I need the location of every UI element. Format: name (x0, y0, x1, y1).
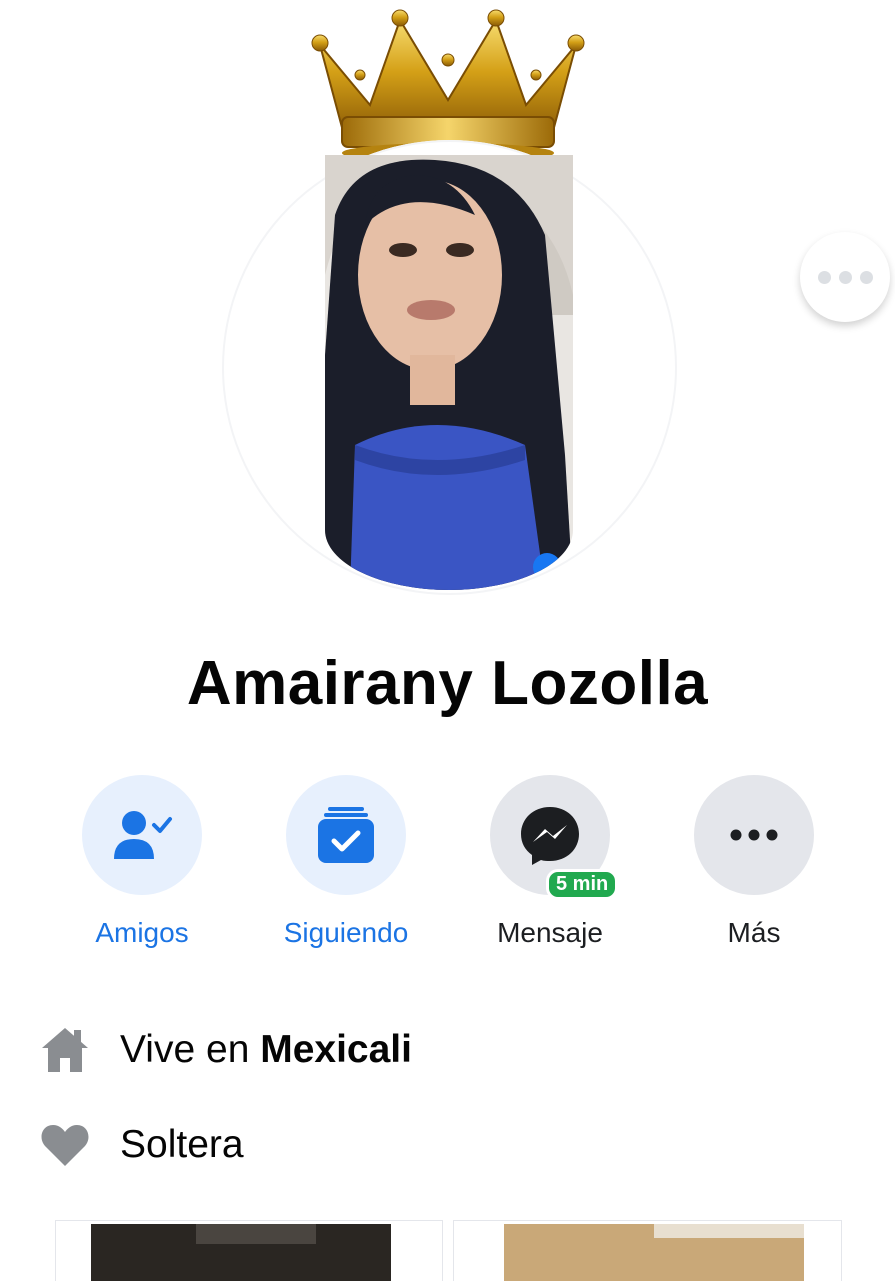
more-dots-icon (730, 829, 778, 841)
featured-photo-card[interactable] (55, 1220, 443, 1281)
home-icon (40, 1025, 90, 1075)
online-time-badge: 5 min (546, 869, 619, 900)
message-button[interactable]: 5 min (490, 775, 619, 900)
more-action[interactable]: Más (652, 775, 856, 949)
more-button[interactable] (694, 775, 814, 895)
lives-in-prefix: Vive en (120, 1028, 261, 1071)
heart-icon (40, 1120, 90, 1170)
message-label: Mensaje (497, 917, 603, 948)
following-action[interactable]: Siguiendo (244, 775, 448, 949)
lives-in-text: Vive en Mexicali (120, 1028, 412, 1072)
lives-in-city[interactable]: Mexicali (260, 1028, 412, 1071)
friends-button[interactable] (82, 775, 202, 895)
relationship-row: Soltera (40, 1115, 244, 1175)
profile-actions: Amigos Siguiendo 5 min Mensaje Más (40, 775, 855, 965)
dot-icon (838, 270, 852, 284)
dot-icon (859, 270, 873, 284)
relationship-text: Soltera (120, 1123, 244, 1166)
featured-photo-detail (196, 1224, 316, 1244)
following-label: Siguiendo (283, 917, 409, 948)
lives-in-row: Vive en Mexicali (40, 1020, 412, 1080)
profile-name: Amairany Lozolla (186, 649, 709, 718)
friends-action[interactable]: Amigos (40, 775, 244, 949)
dot-icon (817, 270, 831, 284)
featured-photo-card[interactable] (453, 1220, 842, 1281)
featured-photo-detail (654, 1224, 804, 1238)
following-icon (318, 807, 374, 863)
following-button[interactable] (286, 775, 406, 895)
message-action[interactable]: 5 min Mensaje (448, 775, 652, 949)
featured-photos (55, 1220, 842, 1281)
more-label: Más (727, 917, 781, 948)
profile-picture[interactable] (325, 155, 573, 590)
friends-label: Amigos (95, 917, 189, 948)
friends-check-icon (114, 811, 172, 859)
messenger-icon (521, 807, 579, 865)
profile-options-button[interactable] (800, 232, 890, 322)
